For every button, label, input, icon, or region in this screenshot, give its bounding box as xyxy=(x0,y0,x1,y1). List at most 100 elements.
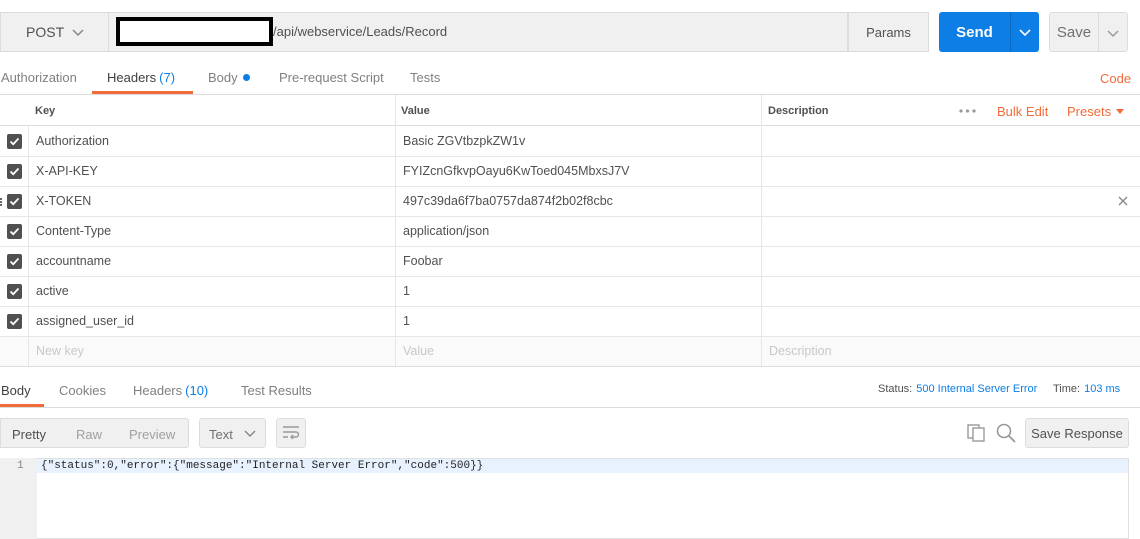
row-checkbox[interactable] xyxy=(7,134,22,149)
check-icon xyxy=(9,137,20,146)
copy-icon[interactable] xyxy=(967,424,987,442)
code-line: {"status":0,"error":{"message":"Internal… xyxy=(41,460,484,472)
search-icon[interactable] xyxy=(996,423,1016,443)
header-key[interactable]: Content-Type xyxy=(36,224,111,238)
table-row: assigned_user_id 1 xyxy=(0,307,1140,337)
header-key[interactable]: X-API-KEY xyxy=(36,164,98,178)
wrap-icon xyxy=(283,426,300,440)
row-checkbox[interactable] xyxy=(7,254,22,269)
header-value[interactable]: 1 xyxy=(403,314,410,328)
new-description-input[interactable]: Description xyxy=(769,344,832,358)
time-value[interactable]: 103 ms xyxy=(1084,383,1120,395)
chevron-down-icon xyxy=(244,430,256,438)
tab-tests[interactable]: Tests xyxy=(410,70,440,85)
time-info: Time: 103 ms xyxy=(1053,383,1120,395)
close-icon[interactable] xyxy=(1117,195,1129,207)
table-row: Content-Type application/json xyxy=(0,217,1140,247)
tab-label: Body xyxy=(1,383,31,398)
tab-pre-request-script[interactable]: Pre-request Script xyxy=(279,70,384,85)
view-pretty[interactable]: Pretty xyxy=(12,427,46,442)
view-preview[interactable]: Preview xyxy=(129,427,175,442)
status-value[interactable]: 500 Internal Server Error xyxy=(916,383,1037,395)
header-value[interactable]: FYIZcnGfkvpOayu6KwToed045MbxsJ7V xyxy=(403,164,630,178)
drag-handle-icon[interactable] xyxy=(0,198,3,206)
column-key: Key xyxy=(35,105,56,117)
format-label: Text xyxy=(209,427,233,442)
wrap-lines-button[interactable] xyxy=(276,418,306,448)
more-dots-icon[interactable] xyxy=(959,109,976,113)
save-response-label: Save Response xyxy=(1031,425,1123,441)
tab-label: Tests xyxy=(410,70,441,85)
table-row: X-API-KEY FYIZcnGfkvpOayu6KwToed045MbxsJ7… xyxy=(0,157,1140,187)
header-key[interactable]: accountname xyxy=(36,254,111,268)
check-icon xyxy=(9,287,20,296)
column-description: Description xyxy=(768,105,829,117)
tab-response-body[interactable]: Body xyxy=(1,383,31,398)
bulk-edit-link[interactable]: Bulk Edit xyxy=(997,104,1048,119)
header-key[interactable]: Authorization xyxy=(36,134,109,148)
tab-cookies[interactable]: Cookies xyxy=(59,383,106,398)
new-value-input[interactable]: Value xyxy=(403,344,434,358)
tab-label: Cookies xyxy=(59,383,106,398)
tab-authorization[interactable]: Authorization xyxy=(1,70,77,85)
save-response-button[interactable]: Save Response xyxy=(1025,418,1129,448)
presets-label: Presets xyxy=(1067,104,1112,119)
table-row: accountname Foobar xyxy=(0,247,1140,277)
table-row: active 1 xyxy=(0,277,1140,307)
active-tab-indicator xyxy=(0,404,44,407)
params-button[interactable]: Params xyxy=(848,12,929,52)
tab-response-headers[interactable]: Headers (10) xyxy=(133,383,208,398)
header-key[interactable]: active xyxy=(36,284,69,298)
save-label: Save xyxy=(1056,23,1092,41)
table-row: Authorization Basic ZGVtbzpkZW1v xyxy=(0,127,1140,157)
row-checkbox[interactable] xyxy=(7,284,22,299)
header-value[interactable]: Foobar xyxy=(403,254,443,268)
send-dropdown-button[interactable] xyxy=(1010,12,1039,52)
tab-test-results[interactable]: Test Results xyxy=(241,383,312,398)
status-info: Status: 500 Internal Server Error xyxy=(878,383,1037,395)
check-icon xyxy=(9,257,20,266)
row-checkbox[interactable] xyxy=(7,224,22,239)
code-link[interactable]: Code xyxy=(1100,71,1131,86)
header-value[interactable]: application/json xyxy=(403,224,489,238)
header-value[interactable]: 497c39da6f7ba0757da874f2b02f8cbc xyxy=(403,194,613,208)
status-label: Status: xyxy=(878,383,913,395)
new-header-row: New key Value Description xyxy=(0,337,1140,367)
row-checkbox[interactable] xyxy=(7,194,22,209)
tab-label: Headers xyxy=(133,383,183,398)
request-tabs: Authorization Headers (7) Body Pre-reques… xyxy=(0,62,1140,94)
format-select[interactable]: Text xyxy=(199,418,266,448)
tab-count: (7) xyxy=(159,70,176,85)
divider xyxy=(395,95,396,366)
tab-headers[interactable]: Headers (7) xyxy=(107,70,175,85)
params-label: Params xyxy=(866,24,911,40)
row-checkbox[interactable] xyxy=(7,164,22,179)
header-value[interactable]: 1 xyxy=(403,284,410,298)
tab-label: Pre-request Script xyxy=(279,70,384,85)
presets-dropdown[interactable]: Presets xyxy=(1067,104,1125,119)
chevron-down-icon xyxy=(1107,30,1119,38)
view-raw[interactable]: Raw xyxy=(76,427,102,442)
method-select[interactable]: POST xyxy=(0,12,108,52)
save-dropdown-button[interactable] xyxy=(1099,12,1128,52)
row-checkbox[interactable] xyxy=(7,314,22,329)
tab-label: Body xyxy=(208,70,238,85)
divider xyxy=(761,95,762,366)
send-button[interactable]: Send xyxy=(939,12,1010,52)
header-key[interactable]: assigned_user_id xyxy=(36,314,134,328)
check-icon xyxy=(9,317,20,326)
modified-dot-icon xyxy=(242,74,250,81)
header-value[interactable]: Basic ZGVtbzpkZW1v xyxy=(403,134,525,148)
save-button[interactable]: Save xyxy=(1049,12,1099,52)
method-label: POST xyxy=(26,24,65,40)
new-key-input[interactable]: New key xyxy=(36,344,84,358)
view-mode-group: Pretty Raw Preview xyxy=(0,418,189,448)
tab-label: Headers xyxy=(107,70,157,85)
check-icon xyxy=(9,227,20,236)
header-key[interactable]: X-TOKEN xyxy=(36,194,91,208)
divider xyxy=(28,126,29,366)
redacted-host xyxy=(116,17,273,46)
tab-body[interactable]: Body xyxy=(208,70,250,85)
tab-label: Authorization xyxy=(1,70,77,85)
line-number: 1 xyxy=(17,460,24,472)
